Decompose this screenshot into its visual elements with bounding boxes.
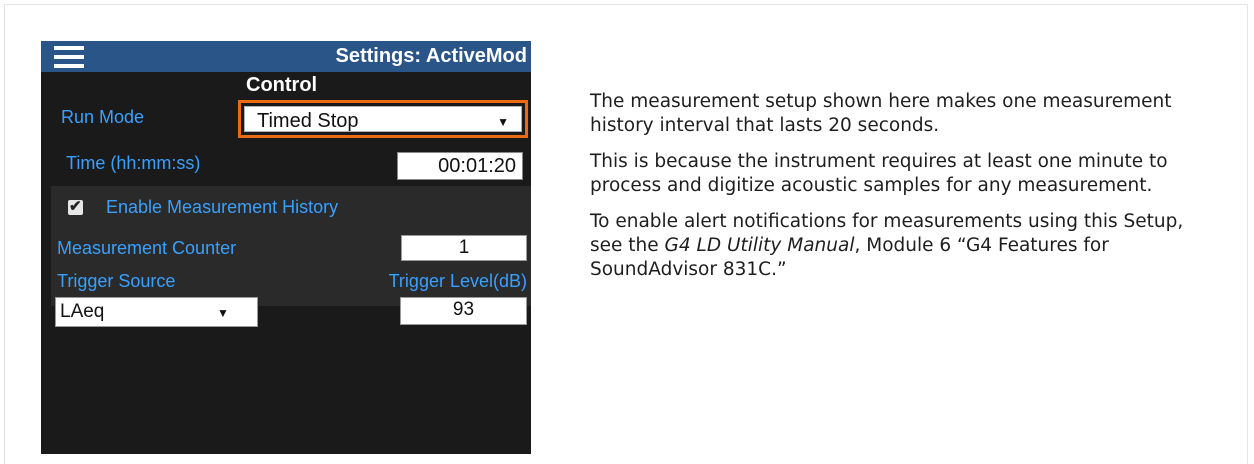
run-mode-select[interactable]: Timed Stop ▼ (238, 100, 528, 138)
run-mode-value: Timed Stop (257, 110, 359, 132)
description-text: The measurement setup shown here makes o… (590, 90, 1210, 294)
trigger-source-label: Trigger Source (57, 271, 176, 291)
section-title: Control (246, 74, 318, 96)
run-mode-select-box: Timed Stop ▼ (244, 106, 522, 132)
measurement-counter-label: Measurement Counter (57, 238, 237, 258)
enable-history-label: Enable Measurement History (106, 197, 339, 217)
run-mode-label: Run Mode (61, 107, 145, 127)
header-bar: Settings: ActiveMod (41, 41, 531, 72)
chevron-down-icon: ▼ (217, 306, 229, 320)
time-input[interactable]: 00:01:20 (397, 152, 523, 180)
measurement-counter-input[interactable]: 1 (401, 235, 527, 261)
device-screen: Settings: ActiveMod Control Run Mode Tim… (41, 41, 531, 454)
description-paragraph-3: To enable alert notifications for measur… (590, 210, 1210, 282)
trigger-level-label: Trigger Level(dB) (388, 271, 527, 291)
hamburger-menu-icon[interactable] (54, 46, 84, 68)
enable-history-checkbox[interactable]: ✔ (68, 198, 83, 215)
manual-title: G4 LD Utility Manual (664, 235, 855, 256)
trigger-source-value: LAeq (60, 301, 105, 322)
description-paragraph-1: The measurement setup shown here makes o… (590, 91, 1172, 136)
header-title: Settings: ActiveMod (335, 45, 528, 67)
chevron-down-icon: ▼ (497, 115, 509, 129)
checkmark-icon: ✔ (69, 198, 82, 215)
trigger-source-select[interactable]: LAeq ▼ (55, 297, 258, 327)
time-label: Time (hh:mm:ss) (66, 153, 201, 173)
trigger-level-input[interactable]: 93 (400, 297, 527, 325)
description-paragraph-2: This is because the instrument requires … (590, 151, 1168, 196)
